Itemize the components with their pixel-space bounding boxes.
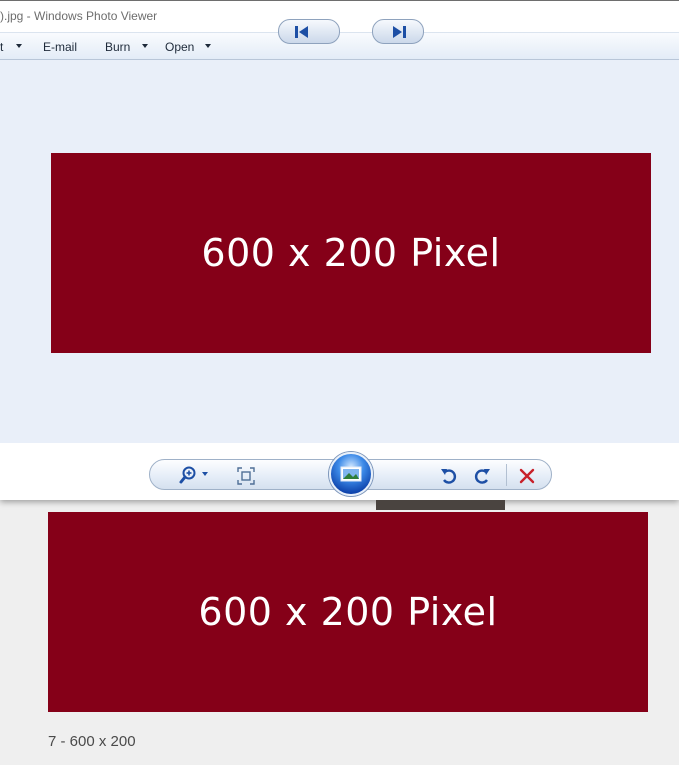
background-photo-text: 600 x 200 Pixel: [198, 590, 498, 634]
actual-size-button[interactable]: [235, 465, 257, 487]
actual-size-icon: [237, 467, 255, 485]
menu-open[interactable]: Open: [165, 40, 194, 54]
rotate-clockwise-button[interactable]: [470, 464, 494, 488]
zoom-icon: [179, 466, 208, 484]
print-dropdown-icon[interactable]: [16, 44, 22, 48]
menu-burn[interactable]: Burn: [105, 40, 130, 54]
previous-icon: [295, 26, 308, 38]
previous-button[interactable]: [278, 19, 340, 44]
menu-print[interactable]: t: [0, 40, 3, 54]
photo-caption: 7 - 600 x 200: [48, 733, 136, 750]
rotate-clockwise-icon: [474, 469, 490, 484]
menu-bar: t E-mail Burn Open: [0, 32, 679, 60]
delete-icon: [519, 468, 535, 484]
next-button[interactable]: [372, 19, 424, 44]
window-title: ).jpg - Windows Photo Viewer: [0, 9, 158, 23]
rotate-counterclockwise-icon: [441, 469, 457, 484]
delete-button[interactable]: [515, 464, 539, 488]
burn-dropdown-icon[interactable]: [142, 44, 148, 48]
next-icon: [393, 26, 406, 38]
image-canvas[interactable]: 600 x 200 Pixel: [0, 60, 679, 443]
photo-viewer-window: ).jpg - Windows Photo Viewer t E-mail Bu…: [0, 0, 679, 500]
zoom-button[interactable]: [176, 462, 212, 488]
slideshow-button[interactable]: [329, 452, 373, 496]
rotate-counterclockwise-button[interactable]: [437, 464, 461, 488]
photo-text: 600 x 200 Pixel: [201, 231, 501, 275]
slideshow-icon: [340, 466, 362, 482]
background-image-edge: [376, 500, 505, 510]
open-dropdown-icon[interactable]: [205, 44, 211, 48]
toolbar-separator: [506, 464, 507, 486]
menu-email[interactable]: E-mail: [43, 40, 77, 54]
displayed-photo: 600 x 200 Pixel: [51, 153, 651, 353]
background-photo[interactable]: 600 x 200 Pixel: [48, 512, 648, 712]
